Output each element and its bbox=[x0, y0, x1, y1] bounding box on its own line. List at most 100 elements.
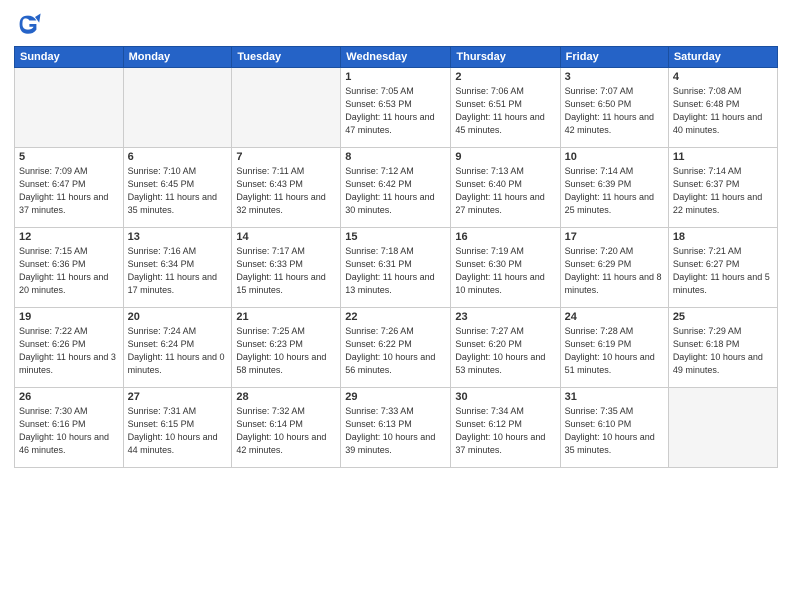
calendar-cell: 25 Sunrise: 7:29 AMSunset: 6:18 PMDaylig… bbox=[668, 308, 777, 388]
calendar-cell bbox=[15, 68, 124, 148]
day-info: Sunrise: 7:33 AMSunset: 6:13 PMDaylight:… bbox=[345, 405, 446, 457]
day-info: Sunrise: 7:12 AMSunset: 6:42 PMDaylight:… bbox=[345, 165, 446, 217]
day-info: Sunrise: 7:24 AMSunset: 6:24 PMDaylight:… bbox=[128, 325, 228, 377]
day-info: Sunrise: 7:05 AMSunset: 6:53 PMDaylight:… bbox=[345, 85, 446, 137]
calendar-week-row: 12 Sunrise: 7:15 AMSunset: 6:36 PMDaylig… bbox=[15, 228, 778, 308]
day-info: Sunrise: 7:32 AMSunset: 6:14 PMDaylight:… bbox=[236, 405, 336, 457]
calendar-cell: 16 Sunrise: 7:19 AMSunset: 6:30 PMDaylig… bbox=[451, 228, 560, 308]
day-number: 22 bbox=[345, 311, 446, 323]
day-info: Sunrise: 7:08 AMSunset: 6:48 PMDaylight:… bbox=[673, 85, 773, 137]
page: SundayMondayTuesdayWednesdayThursdayFrid… bbox=[0, 0, 792, 612]
day-info: Sunrise: 7:07 AMSunset: 6:50 PMDaylight:… bbox=[565, 85, 664, 137]
day-number: 1 bbox=[345, 71, 446, 83]
calendar-cell: 17 Sunrise: 7:20 AMSunset: 6:29 PMDaylig… bbox=[560, 228, 668, 308]
day-info: Sunrise: 7:34 AMSunset: 6:12 PMDaylight:… bbox=[455, 405, 555, 457]
calendar-week-row: 19 Sunrise: 7:22 AMSunset: 6:26 PMDaylig… bbox=[15, 308, 778, 388]
day-number: 8 bbox=[345, 151, 446, 163]
day-number: 23 bbox=[455, 311, 555, 323]
calendar-cell: 3 Sunrise: 7:07 AMSunset: 6:50 PMDayligh… bbox=[560, 68, 668, 148]
day-number: 3 bbox=[565, 71, 664, 83]
day-info: Sunrise: 7:14 AMSunset: 6:37 PMDaylight:… bbox=[673, 165, 773, 217]
day-info: Sunrise: 7:09 AMSunset: 6:47 PMDaylight:… bbox=[19, 165, 119, 217]
day-info: Sunrise: 7:29 AMSunset: 6:18 PMDaylight:… bbox=[673, 325, 773, 377]
calendar-cell: 28 Sunrise: 7:32 AMSunset: 6:14 PMDaylig… bbox=[232, 388, 341, 468]
calendar-cell: 14 Sunrise: 7:17 AMSunset: 6:33 PMDaylig… bbox=[232, 228, 341, 308]
day-number: 24 bbox=[565, 311, 664, 323]
day-info: Sunrise: 7:21 AMSunset: 6:27 PMDaylight:… bbox=[673, 245, 773, 297]
day-number: 6 bbox=[128, 151, 228, 163]
day-number: 12 bbox=[19, 231, 119, 243]
calendar-cell: 13 Sunrise: 7:16 AMSunset: 6:34 PMDaylig… bbox=[123, 228, 232, 308]
calendar-cell: 2 Sunrise: 7:06 AMSunset: 6:51 PMDayligh… bbox=[451, 68, 560, 148]
calendar-cell: 11 Sunrise: 7:14 AMSunset: 6:37 PMDaylig… bbox=[668, 148, 777, 228]
day-info: Sunrise: 7:14 AMSunset: 6:39 PMDaylight:… bbox=[565, 165, 664, 217]
calendar-cell: 29 Sunrise: 7:33 AMSunset: 6:13 PMDaylig… bbox=[341, 388, 451, 468]
day-info: Sunrise: 7:16 AMSunset: 6:34 PMDaylight:… bbox=[128, 245, 228, 297]
header bbox=[14, 10, 778, 38]
calendar-cell: 12 Sunrise: 7:15 AMSunset: 6:36 PMDaylig… bbox=[15, 228, 124, 308]
day-of-week-header: Saturday bbox=[668, 47, 777, 68]
day-info: Sunrise: 7:06 AMSunset: 6:51 PMDaylight:… bbox=[455, 85, 555, 137]
day-info: Sunrise: 7:25 AMSunset: 6:23 PMDaylight:… bbox=[236, 325, 336, 377]
day-number: 21 bbox=[236, 311, 336, 323]
day-number: 29 bbox=[345, 391, 446, 403]
calendar-cell: 7 Sunrise: 7:11 AMSunset: 6:43 PMDayligh… bbox=[232, 148, 341, 228]
calendar-cell: 26 Sunrise: 7:30 AMSunset: 6:16 PMDaylig… bbox=[15, 388, 124, 468]
calendar-cell: 19 Sunrise: 7:22 AMSunset: 6:26 PMDaylig… bbox=[15, 308, 124, 388]
calendar-cell: 31 Sunrise: 7:35 AMSunset: 6:10 PMDaylig… bbox=[560, 388, 668, 468]
day-number: 19 bbox=[19, 311, 119, 323]
calendar-cell: 5 Sunrise: 7:09 AMSunset: 6:47 PMDayligh… bbox=[15, 148, 124, 228]
calendar-week-row: 5 Sunrise: 7:09 AMSunset: 6:47 PMDayligh… bbox=[15, 148, 778, 228]
day-number: 18 bbox=[673, 231, 773, 243]
day-info: Sunrise: 7:10 AMSunset: 6:45 PMDaylight:… bbox=[128, 165, 228, 217]
calendar-cell: 9 Sunrise: 7:13 AMSunset: 6:40 PMDayligh… bbox=[451, 148, 560, 228]
day-of-week-header: Thursday bbox=[451, 47, 560, 68]
logo bbox=[14, 10, 46, 38]
calendar-cell: 22 Sunrise: 7:26 AMSunset: 6:22 PMDaylig… bbox=[341, 308, 451, 388]
calendar-cell bbox=[668, 388, 777, 468]
day-number: 15 bbox=[345, 231, 446, 243]
calendar-week-row: 26 Sunrise: 7:30 AMSunset: 6:16 PMDaylig… bbox=[15, 388, 778, 468]
day-info: Sunrise: 7:11 AMSunset: 6:43 PMDaylight:… bbox=[236, 165, 336, 217]
calendar-cell: 6 Sunrise: 7:10 AMSunset: 6:45 PMDayligh… bbox=[123, 148, 232, 228]
day-info: Sunrise: 7:35 AMSunset: 6:10 PMDaylight:… bbox=[565, 405, 664, 457]
calendar-cell: 24 Sunrise: 7:28 AMSunset: 6:19 PMDaylig… bbox=[560, 308, 668, 388]
day-info: Sunrise: 7:17 AMSunset: 6:33 PMDaylight:… bbox=[236, 245, 336, 297]
calendar-cell: 27 Sunrise: 7:31 AMSunset: 6:15 PMDaylig… bbox=[123, 388, 232, 468]
day-info: Sunrise: 7:15 AMSunset: 6:36 PMDaylight:… bbox=[19, 245, 119, 297]
day-number: 25 bbox=[673, 311, 773, 323]
day-number: 5 bbox=[19, 151, 119, 163]
calendar-cell: 20 Sunrise: 7:24 AMSunset: 6:24 PMDaylig… bbox=[123, 308, 232, 388]
day-number: 16 bbox=[455, 231, 555, 243]
day-of-week-header: Friday bbox=[560, 47, 668, 68]
day-of-week-header: Sunday bbox=[15, 47, 124, 68]
logo-icon bbox=[14, 10, 42, 38]
day-info: Sunrise: 7:27 AMSunset: 6:20 PMDaylight:… bbox=[455, 325, 555, 377]
calendar-cell: 30 Sunrise: 7:34 AMSunset: 6:12 PMDaylig… bbox=[451, 388, 560, 468]
day-of-week-header: Wednesday bbox=[341, 47, 451, 68]
calendar-cell: 23 Sunrise: 7:27 AMSunset: 6:20 PMDaylig… bbox=[451, 308, 560, 388]
day-info: Sunrise: 7:13 AMSunset: 6:40 PMDaylight:… bbox=[455, 165, 555, 217]
day-number: 26 bbox=[19, 391, 119, 403]
day-number: 9 bbox=[455, 151, 555, 163]
day-number: 2 bbox=[455, 71, 555, 83]
day-info: Sunrise: 7:28 AMSunset: 6:19 PMDaylight:… bbox=[565, 325, 664, 377]
day-number: 17 bbox=[565, 231, 664, 243]
day-info: Sunrise: 7:18 AMSunset: 6:31 PMDaylight:… bbox=[345, 245, 446, 297]
day-number: 11 bbox=[673, 151, 773, 163]
calendar: SundayMondayTuesdayWednesdayThursdayFrid… bbox=[14, 46, 778, 468]
day-of-week-header: Monday bbox=[123, 47, 232, 68]
day-number: 31 bbox=[565, 391, 664, 403]
day-info: Sunrise: 7:22 AMSunset: 6:26 PMDaylight:… bbox=[19, 325, 119, 377]
calendar-cell: 4 Sunrise: 7:08 AMSunset: 6:48 PMDayligh… bbox=[668, 68, 777, 148]
calendar-header-row: SundayMondayTuesdayWednesdayThursdayFrid… bbox=[15, 47, 778, 68]
day-number: 30 bbox=[455, 391, 555, 403]
calendar-week-row: 1 Sunrise: 7:05 AMSunset: 6:53 PMDayligh… bbox=[15, 68, 778, 148]
calendar-cell bbox=[123, 68, 232, 148]
day-number: 20 bbox=[128, 311, 228, 323]
day-info: Sunrise: 7:26 AMSunset: 6:22 PMDaylight:… bbox=[345, 325, 446, 377]
day-info: Sunrise: 7:30 AMSunset: 6:16 PMDaylight:… bbox=[19, 405, 119, 457]
calendar-cell: 21 Sunrise: 7:25 AMSunset: 6:23 PMDaylig… bbox=[232, 308, 341, 388]
day-number: 10 bbox=[565, 151, 664, 163]
day-number: 28 bbox=[236, 391, 336, 403]
